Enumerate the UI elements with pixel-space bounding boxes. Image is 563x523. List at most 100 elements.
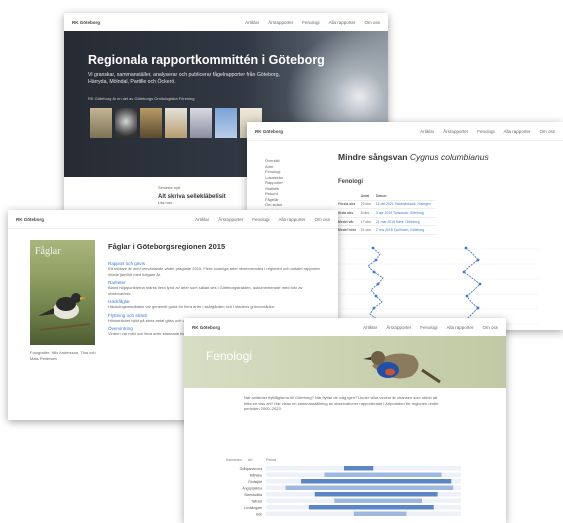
chart-head-label: Kolumnen (226, 458, 242, 462)
nav-link-articles[interactable]: Artiklar (363, 325, 377, 330)
table-cell: 21 obs (360, 225, 376, 235)
table-header-row: Antal Datum (338, 192, 436, 201)
nav-link-all-reports[interactable]: Alla rapporter (446, 325, 473, 330)
chart-bar[interactable] (314, 492, 438, 497)
phenology-banner: Fenologi (184, 336, 506, 388)
chart-category-label: Lövsångare (244, 506, 262, 510)
news-heading[interactable]: Alt skriva sellekläbelisit (158, 194, 226, 200)
nav-link-articles[interactable]: Artiklar (195, 217, 209, 222)
chart-head-label: Art (248, 458, 253, 462)
section-text: Ett mildare år med omväxlande väder präg… (108, 266, 320, 277)
table-cell[interactable]: 21 mar 2015 Säve, Göteborg (375, 217, 436, 227)
table-cell: Sista obs (338, 208, 361, 218)
nav-link-phenology[interactable]: Fenologi (477, 129, 494, 134)
thumbnail[interactable] (165, 108, 187, 138)
chart-bar[interactable] (353, 511, 407, 517)
chart-bar[interactable] (324, 472, 442, 478)
nav-link-articles[interactable]: Artiklar (420, 129, 434, 134)
nav-link-all-reports[interactable]: Alla rapporter (503, 129, 530, 134)
table-cell: 23 obs (360, 200, 376, 210)
table-row: Medel vår 17 obs 21 mar 2015 Säve, Göteb… (338, 217, 436, 227)
news-section: Senaste nytt Alt skriva sellekläbelisit … (158, 185, 226, 205)
nav-link-about[interactable]: Om oss (314, 217, 330, 222)
table-cell: 8 obs (360, 208, 376, 218)
chart-head-label: Period (266, 458, 276, 462)
site-brand[interactable]: RK Göteborg (255, 129, 283, 134)
news-label: Senaste nytt (158, 185, 181, 190)
chart-category-label: Gråsparvkrona (240, 467, 263, 471)
page-title: Regionala rapportkommittén i Göteborg (88, 53, 325, 67)
chart-bar[interactable] (301, 479, 452, 484)
section-text: Bland höjdpunkterna märks flera fynd av … (108, 285, 303, 296)
section-text: Häckningsresultaten var generellt goda f… (108, 304, 276, 309)
thumbnail[interactable] (115, 108, 137, 138)
chart-bar[interactable] (334, 498, 422, 504)
table-cell: Första obs (338, 200, 361, 210)
table-header-cell (338, 192, 361, 201)
intro-text: När anländer flyttfåglarna till Göteborg… (244, 395, 439, 411)
table-cell[interactable]: 2 nov 2018 Tjolöholm, Göteborg (375, 225, 436, 235)
section-heading: Fenologi (338, 179, 363, 185)
nav-link-about[interactable]: Om oss (539, 129, 555, 134)
hero-note: RK Göteborg är en del av Göteborgs Ornit… (88, 96, 195, 101)
table-cell: Medel vår (338, 217, 361, 227)
nav-link-phenology[interactable]: Fenologi (420, 325, 437, 330)
chart-bar[interactable] (285, 485, 454, 491)
report-thumbnails (90, 108, 262, 138)
top-nav: RK Göteborg Artiklar Årsrapporter Fenolo… (64, 13, 388, 32)
chart-category-label: Ängspiplärka (242, 487, 262, 491)
plot-markers (371, 246, 482, 322)
table-row: Medel höst 21 obs 2 nov 2018 Tjolöholm, … (338, 225, 436, 235)
table-cell: Medel höst (338, 225, 361, 235)
news-more-link[interactable]: Läs mer (158, 200, 226, 206)
table-cell[interactable]: 12 okt 2021 Fiskebäcksvik, Hisingen (375, 200, 436, 210)
top-nav: RK Göteborg Artiklar Årsrapporter Fenolo… (184, 318, 506, 337)
thumbnail[interactable] (90, 108, 112, 138)
table-header-cell: Antal (360, 192, 376, 201)
nav-link-all-reports[interactable]: Alla rapporter (328, 20, 355, 25)
species-name: Mindre sångsvan (338, 152, 408, 162)
nav-link-about[interactable]: Om oss (364, 20, 380, 25)
table-row: Första obs 23 obs 12 okt 2021 Fiskebäcks… (338, 200, 436, 210)
nav-link-annual-reports[interactable]: Årsrapporter (386, 325, 411, 330)
report-cover-image[interactable]: Fåglar (30, 240, 95, 345)
chart-bar[interactable] (308, 505, 434, 510)
site-brand[interactable]: RK Göteborg (72, 20, 100, 25)
thumbnail[interactable] (215, 108, 237, 138)
site-brand[interactable]: RK Göteborg (16, 217, 44, 222)
table-cell: 17 obs (360, 217, 376, 227)
hero-subtitle: Vi granskar, sammanställer, analyserar o… (88, 72, 280, 85)
chart-rows: Gråsparvkrona Blåhake Rödstjärt Ängspiplärk… (240, 466, 461, 517)
nav-link-annual-reports[interactable]: Årsrapporter (268, 20, 293, 25)
nav-link-phenology[interactable]: Fenologi (252, 217, 269, 222)
side-menu: Översikt Arter Fenologi Lokalsidor Rappo… (265, 158, 305, 213)
bird-illustration (38, 293, 91, 331)
nav-link-phenology[interactable]: Fenologi (302, 20, 319, 25)
chart-bar[interactable] (344, 466, 374, 471)
phenology-page-card: RK Göteborg Artiklar Årsrapporter Fenolo… (184, 318, 506, 523)
report-title: Fåglar i Göteborgsregionen 2015 (108, 242, 226, 251)
page-title: Fenologi (206, 349, 253, 363)
phenology-plot (338, 246, 538, 327)
nav-link-annual-reports[interactable]: Årsrapporter (443, 129, 468, 134)
cover-caption: Fotografier: Nils Andersson, Tina och Ma… (30, 350, 96, 361)
table-row: Sista obs 8 obs 3 apr 2019 Torslanda, Gö… (338, 208, 436, 218)
chart-category-label: Rödstjärt (248, 480, 262, 484)
chart-category-label: Blåhake (250, 474, 262, 478)
thumbnail[interactable] (140, 108, 162, 138)
nav-link-about[interactable]: Om oss (482, 325, 498, 330)
nav-link-annual-reports[interactable]: Årsrapporter (218, 217, 243, 222)
table-header-cell: Datum (375, 192, 436, 201)
nav-link-all-reports[interactable]: Alla rapporter (278, 217, 305, 222)
top-nav: RK Göteborg Artiklar Årsrapporter Fenolo… (8, 210, 338, 229)
phenology-chart: Kolumnen Art Period Gråsparvkrona Blåhake… (226, 458, 461, 517)
chart-category-label: Taltrast (251, 500, 262, 504)
site-brand[interactable]: RK Göteborg (192, 325, 220, 330)
species-title: Mindre sångsvan Cygnus columbianus (338, 152, 489, 162)
table-cell[interactable]: 3 apr 2019 Torslanda, Göteborg (375, 208, 436, 218)
chart-category-label: Stenskvätta (244, 493, 262, 497)
nav-link-articles[interactable]: Artiklar (245, 20, 259, 25)
species-latin-name: Cygnus columbianus (409, 152, 489, 162)
chart-category-label: Gök (256, 513, 263, 517)
thumbnail[interactable] (190, 108, 212, 138)
